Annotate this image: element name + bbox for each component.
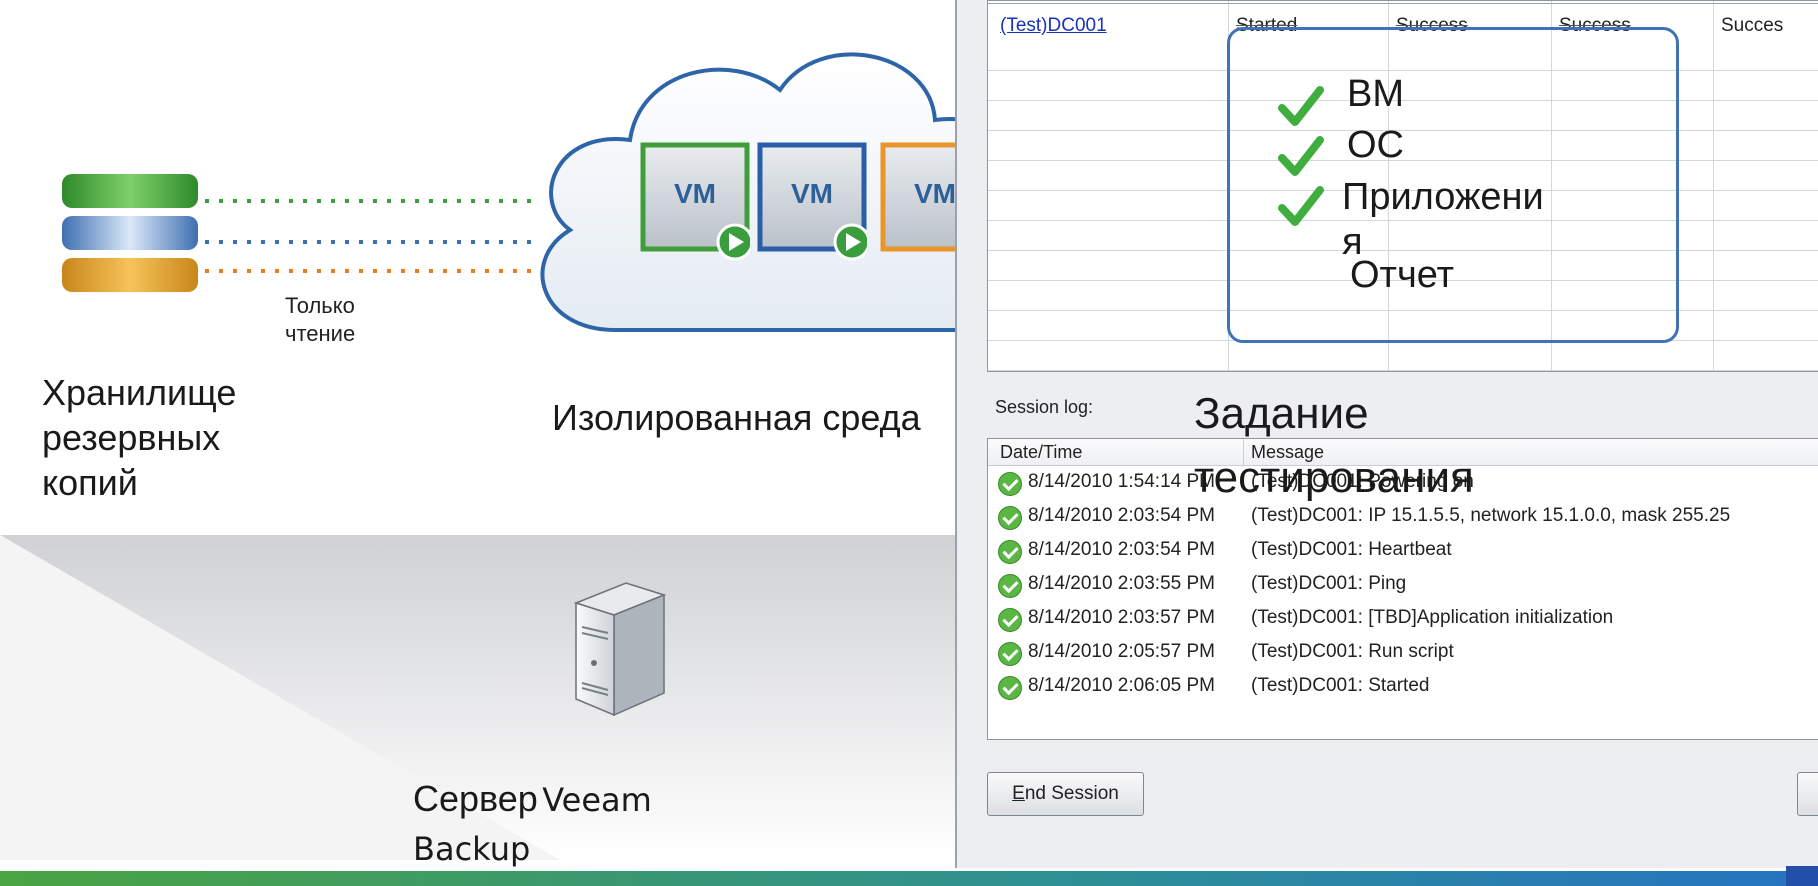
verification-checklist-box: ВМ ОС Приложени я Отчет: [1227, 27, 1679, 343]
success-icon: [998, 540, 1022, 564]
log-date: 8/14/2010 2:03:55 PM: [1028, 573, 1215, 594]
log-date: 8/14/2010 1:54:14 PM: [1028, 471, 1215, 492]
backup-storage-icon: [62, 174, 198, 292]
log-message: (Test)DC001: Ping: [1251, 573, 1407, 594]
success-icon: [998, 608, 1022, 632]
vm-tile-1: VM: [640, 142, 754, 267]
success-icon: [998, 574, 1022, 598]
log-message: (Test)DC001: Run script: [1251, 641, 1454, 662]
success-icon: [998, 676, 1022, 700]
storage-title-line2: резервных: [42, 417, 221, 458]
log-date: 8/14/2010 2:03:57 PM: [1028, 607, 1215, 628]
log-message: (Test)DC001: IP 15.1.5.5, network 15.1.0…: [1251, 505, 1731, 526]
grid-vm-name[interactable]: (Test)DC001: [1000, 15, 1107, 37]
checkmark-icon: [1278, 186, 1324, 226]
bottom-corner-accent: [1786, 866, 1818, 886]
checklist-item-apps: Приложени: [1342, 176, 1544, 218]
server-title-rest1: Veeam: [542, 781, 652, 819]
storage-title-line3: копий: [42, 462, 138, 503]
isolated-lab-title: Изолированная среда: [552, 397, 921, 438]
readonly-label-line2: чтение: [285, 320, 356, 346]
job-title-line2: тестирования: [1194, 453, 1474, 502]
vm-label: VM: [674, 178, 716, 209]
log-message: (Test)DC001: [TBD]Application initializa…: [1251, 607, 1614, 628]
log-date: 8/14/2010 2:06:05 PM: [1028, 675, 1215, 696]
success-icon: [998, 506, 1022, 530]
storage-title: Хранилище резервных копий: [42, 370, 236, 505]
end-session-label-rest: nd Session: [1024, 783, 1119, 804]
server-icon: [573, 582, 667, 717]
storage-connector-lines: [205, 199, 535, 273]
bottom-brand-bar: [0, 871, 1818, 886]
log-row[interactable]: 8/14/2010 2:05:57 PM (Test)DC001: Run sc…: [988, 639, 1818, 673]
vm-name-link[interactable]: (Test)DC001: [1000, 15, 1107, 36]
job-title: Задание тестирования: [1194, 392, 1474, 500]
checklist-item-vm: ВМ: [1347, 73, 1404, 115]
vm-tile-2: VM: [757, 142, 871, 267]
log-date: 8/14/2010 2:03:54 PM: [1028, 539, 1215, 560]
checklist-item-os: ОС: [1347, 124, 1404, 166]
server-title-word: Сервер: [413, 778, 538, 819]
vm-label: VM: [791, 178, 833, 209]
log-message: (Test)DC001: Heartbeat: [1251, 539, 1452, 560]
log-row[interactable]: 8/14/2010 2:03:57 PM (Test)DC001: [TBD]A…: [988, 605, 1818, 639]
log-row[interactable]: 8/14/2010 2:03:54 PM (Test)DC001: Heartb…: [988, 537, 1818, 571]
close-button[interactable]: [1797, 772, 1818, 816]
success-icon: [998, 472, 1022, 496]
server-title: Сервер Veeam Backup: [413, 778, 652, 868]
log-date: 8/14/2010 2:05:57 PM: [1028, 641, 1215, 662]
checklist-report: Отчет: [1350, 254, 1455, 296]
log-row[interactable]: 8/14/2010 2:03:55 PM (Test)DC001: Ping: [988, 571, 1818, 605]
log-header-date[interactable]: Date/Time: [1000, 442, 1082, 463]
success-icon: [998, 642, 1022, 666]
checkmark-icon: [1278, 86, 1324, 126]
checkmark-icon: [1278, 136, 1324, 176]
grid-cell-success-3: Succes: [1721, 15, 1784, 36]
storage-title-line1: Хранилище: [42, 372, 237, 413]
log-date: 8/14/2010 2:03:54 PM: [1028, 505, 1215, 526]
log-row[interactable]: 8/14/2010 2:03:54 PM (Test)DC001: IP 15.…: [988, 503, 1818, 537]
log-message: (Test)DC001: Started: [1251, 675, 1430, 696]
readonly-label-line1: Только: [285, 293, 355, 318]
end-session-mnemonic: E: [1012, 783, 1025, 804]
log-row[interactable]: 8/14/2010 2:06:05 PM (Test)DC001: Starte…: [988, 673, 1818, 707]
session-log-label: Session log:: [995, 397, 1094, 417]
end-session-button[interactable]: End Session: [987, 772, 1144, 816]
server-title-rest2: Backup: [413, 830, 531, 868]
job-title-line1: Задание: [1194, 389, 1369, 438]
